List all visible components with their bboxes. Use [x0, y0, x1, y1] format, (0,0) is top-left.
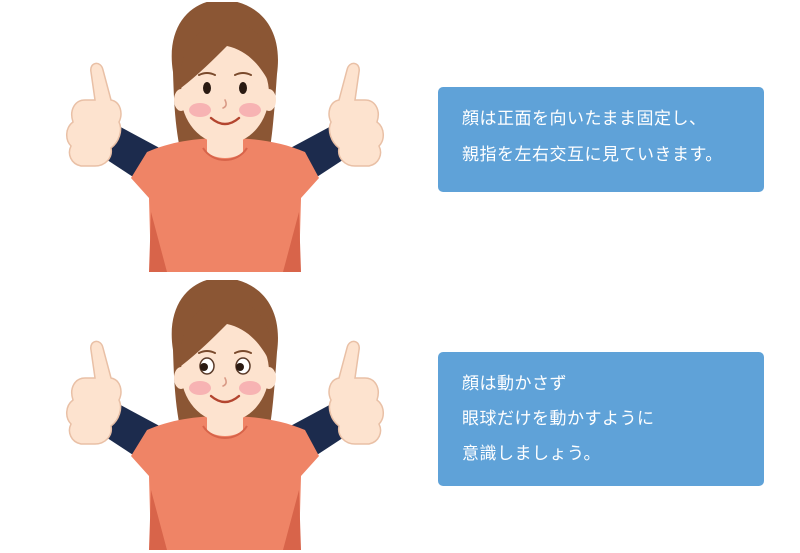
- woman-illustration-bottom: [55, 280, 400, 550]
- woman-illustration-top: [55, 2, 400, 272]
- instruction-line: 親指を左右交互に見ていきます。: [462, 145, 723, 165]
- instruction-line: 顔は正面を向いたまま固定し、: [462, 109, 707, 129]
- instruction-line: 意識しましょう。: [462, 444, 601, 464]
- instruction-box-bottom: 顔は動かさず 眼球だけを動かすように 意識しましょう。: [438, 352, 764, 486]
- instruction-box-top: 顔は正面を向いたまま固定し、 親指を左右交互に見ていきます。: [438, 87, 764, 192]
- instruction-line: 顔は動かさず: [462, 374, 567, 394]
- instruction-line: 眼球だけを動かすように: [462, 409, 655, 429]
- woman-thumbs-up-eyes-moving-icon: [65, 280, 385, 550]
- woman-thumbs-up-looking-forward-icon: [65, 2, 385, 272]
